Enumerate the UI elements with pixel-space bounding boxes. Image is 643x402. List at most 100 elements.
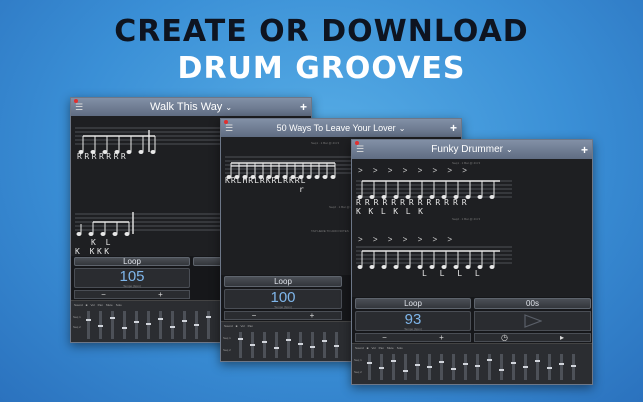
- row-label: Seq 2: [223, 348, 231, 352]
- volume-slider[interactable]: [571, 354, 576, 380]
- bar-label: Seq2 · 1 Bar @ 4/4 ▾: [452, 217, 481, 221]
- empty-hint: TAP HERE TO ADD NOTES: [311, 229, 349, 233]
- loop-button[interactable]: Loop: [74, 257, 190, 266]
- tempo-stepper[interactable]: − +: [224, 311, 342, 320]
- tempo-stepper[interactable]: − +: [74, 290, 190, 299]
- minus-button[interactable]: −: [252, 311, 257, 320]
- stickings-row-1b: r: [299, 185, 307, 194]
- play-icon: [523, 314, 542, 328]
- volume-slider[interactable]: [298, 332, 303, 358]
- accent-row-2: > > > > > > >: [358, 235, 457, 244]
- plus-button[interactable]: +: [439, 333, 444, 342]
- stickings-row-1: RRRRRRR: [77, 152, 129, 161]
- volume-slider[interactable]: [439, 354, 444, 380]
- volume-slider[interactable]: [475, 354, 480, 380]
- row-label: Seq 1: [223, 336, 231, 340]
- stickings-row-2b: K KKK: [75, 247, 112, 256]
- volume-slider[interactable]: [110, 311, 115, 339]
- volume-slider[interactable]: [274, 332, 279, 358]
- plus-button[interactable]: +: [158, 290, 163, 299]
- volume-slider[interactable]: [170, 311, 175, 339]
- count-in-button[interactable]: 00s: [474, 298, 591, 309]
- loop-button[interactable]: Loop: [224, 276, 342, 287]
- volume-slider[interactable]: [262, 332, 267, 358]
- bar-label: Seq1 · 1 Bar @ 4/4 ▾: [452, 161, 481, 165]
- row-label: Seq 2: [73, 325, 81, 329]
- volume-slider[interactable]: [559, 354, 564, 380]
- row-label: Seq 1: [73, 315, 81, 319]
- stickings-row-1b: K K L K L K: [356, 207, 425, 216]
- play-button[interactable]: [474, 311, 591, 331]
- tempo-label: Tempo (bpm): [123, 283, 141, 288]
- mixer-panel: Sound ■ Vol Pan Mute Solo Seq 1 Seq 2: [352, 343, 592, 384]
- tempo-label: Tempo (bpm): [274, 304, 292, 309]
- minus-button[interactable]: −: [101, 290, 106, 299]
- volume-slider[interactable]: [322, 332, 327, 358]
- volume-slider[interactable]: [182, 311, 187, 339]
- volume-slider[interactable]: [511, 354, 516, 380]
- volume-slider[interactable]: [499, 354, 504, 380]
- plus-button[interactable]: +: [310, 311, 315, 320]
- tempo-display[interactable]: 105 Tempo (bpm): [74, 268, 190, 288]
- volume-slider[interactable]: [427, 354, 432, 380]
- volume-slider[interactable]: [122, 311, 127, 339]
- stickings-row-1: RRRRRRRRRRRRR: [356, 198, 471, 207]
- groove-title-dropdown[interactable]: 50 Ways To Leave Your Lover ⌄: [277, 123, 406, 133]
- volume-slider[interactable]: [391, 354, 396, 380]
- volume-slider[interactable]: [451, 354, 456, 380]
- tempo-display[interactable]: 100 Tempo (bpm): [224, 289, 342, 309]
- volume-slider[interactable]: [194, 311, 199, 339]
- volume-slider[interactable]: [487, 354, 492, 380]
- volume-slider[interactable]: [206, 311, 211, 339]
- volume-slider[interactable]: [463, 354, 468, 380]
- stickings-row-1: KRLHRLRKRLRKRL: [225, 176, 307, 185]
- volume-slider[interactable]: [146, 311, 151, 339]
- groove-title-dropdown[interactable]: Funky Drummer ⌄: [431, 144, 512, 155]
- plus-icon[interactable]: +: [300, 100, 307, 114]
- headline-line1: CREATE OR DOWNLOAD: [114, 14, 529, 49]
- groove-title: Funky Drummer: [431, 144, 503, 155]
- volume-slider[interactable]: [547, 354, 552, 380]
- tempo-value: 93: [404, 310, 422, 328]
- skip-icon[interactable]: ▸: [560, 333, 564, 342]
- chevron-down-icon: ⌄: [505, 145, 513, 154]
- plus-icon[interactable]: +: [450, 121, 457, 135]
- volume-slider[interactable]: [98, 311, 103, 339]
- hamburger-icon[interactable]: ☰: [225, 123, 233, 134]
- volume-slider[interactable]: [158, 311, 163, 339]
- notation-area: Seq1 · 1 Bar @ 4/4 ▾ > > > > > > > > RRR…: [352, 159, 592, 297]
- volume-slider[interactable]: [238, 332, 243, 358]
- stickings-row-2a: K L: [91, 238, 113, 247]
- volume-slider[interactable]: [286, 332, 291, 358]
- tempo-value: 100: [270, 288, 296, 306]
- volume-slider[interactable]: [403, 354, 408, 380]
- transport-controls[interactable]: ◷ ▸: [474, 333, 591, 342]
- plus-icon[interactable]: +: [581, 143, 588, 157]
- tempo-value: 105: [119, 267, 145, 285]
- volume-slider[interactable]: [367, 354, 372, 380]
- tempo-display[interactable]: 93 Tempo (bpm): [355, 311, 471, 331]
- volume-slider[interactable]: [134, 311, 139, 339]
- volume-slider[interactable]: [250, 332, 255, 358]
- titlebar: ☰ Walk This Way ⌄ +: [71, 98, 311, 116]
- groove-title-dropdown[interactable]: Walk This Way ⌄: [150, 101, 232, 113]
- clock-icon[interactable]: ◷: [501, 333, 508, 342]
- loop-button[interactable]: Loop: [355, 298, 471, 309]
- hamburger-icon[interactable]: ☰: [75, 102, 83, 113]
- mixer-header: Sound ■ Vol Pan Mute Solo: [355, 346, 403, 350]
- chevron-down-icon: ⌄: [225, 102, 233, 112]
- tempo-stepper[interactable]: − +: [355, 333, 471, 342]
- groove-title: 50 Ways To Leave Your Lover: [276, 123, 396, 133]
- volume-slider[interactable]: [86, 311, 91, 339]
- volume-slider[interactable]: [379, 354, 384, 380]
- window-funky-drummer: ☰ Funky Drummer ⌄ + Seq1 · 1 Bar @ 4/4 ▾…: [351, 139, 593, 385]
- volume-slider[interactable]: [415, 354, 420, 380]
- minus-button[interactable]: −: [382, 333, 387, 342]
- volume-slider[interactable]: [310, 332, 315, 358]
- volume-slider[interactable]: [334, 332, 339, 358]
- stickings-row-2: L L L L: [422, 269, 484, 278]
- accent-row-1: > > > > > > > >: [358, 166, 471, 175]
- volume-slider[interactable]: [535, 354, 540, 380]
- hamburger-icon[interactable]: ☰: [356, 144, 364, 155]
- volume-slider[interactable]: [523, 354, 528, 380]
